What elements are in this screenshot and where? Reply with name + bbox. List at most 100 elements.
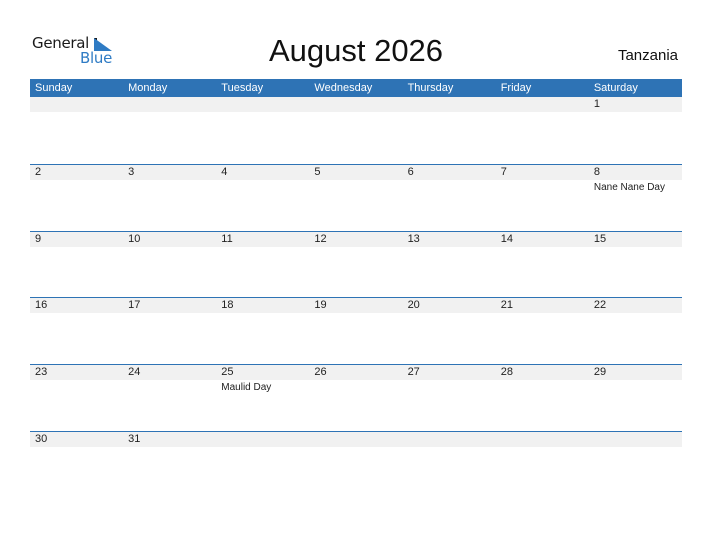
holiday-label: Maulid Day: [221, 382, 272, 394]
day-cell: 27: [402, 365, 496, 431]
day-number: 24: [123, 365, 217, 381]
day-number: [495, 431, 589, 447]
day-number: 31: [123, 431, 217, 447]
day-cell: [216, 97, 310, 164]
day-cell: [495, 97, 589, 164]
day-cell: [402, 431, 496, 498]
weekday-wednesday: Wednesday: [314, 82, 373, 94]
day-number: 9: [30, 231, 124, 247]
day-cell: 9: [30, 231, 124, 298]
day-number: 10: [123, 231, 217, 247]
day-cell: [402, 97, 496, 164]
day-cell: 7: [495, 164, 589, 231]
weekday-thursday: Thursday: [407, 82, 454, 94]
day-cell: 25 Maulid Day: [216, 365, 310, 431]
weekday-monday: Monday: [128, 82, 168, 94]
weekday-tuesday: Tuesday: [221, 82, 264, 94]
day-cell: [123, 97, 217, 164]
week-row: 16 17 18 19 20 21 22: [30, 297, 682, 364]
day-number: [309, 431, 403, 447]
day-number: [123, 97, 217, 112]
day-number: 14: [495, 231, 589, 247]
day-number: [309, 97, 403, 112]
day-cell: 1: [588, 97, 682, 164]
day-cell: 23: [30, 365, 124, 431]
day-cell: 30: [30, 431, 124, 498]
day-number: 1: [588, 97, 682, 112]
day-cell: 22: [588, 298, 682, 364]
day-cell: [216, 431, 310, 498]
day-cell: 8 Nane Nane Day: [588, 164, 682, 231]
day-number: 25: [216, 365, 310, 381]
day-number: [402, 97, 496, 112]
day-cell: 29: [588, 365, 682, 431]
day-cell: [309, 431, 403, 498]
day-cell: 21: [495, 298, 589, 364]
day-number: 12: [309, 231, 403, 247]
day-number: 21: [495, 298, 589, 314]
weekday-header: Sunday Monday Tuesday Wednesday Thursday Frid…: [30, 79, 682, 97]
week-row: 30 31: [30, 430, 682, 498]
day-cell: [309, 97, 403, 164]
day-number: 16: [30, 298, 124, 314]
day-cell: [588, 431, 682, 498]
day-number: 8: [588, 164, 682, 180]
day-cell: 12: [309, 231, 403, 298]
calendar-title: August 2026: [268, 33, 444, 68]
day-number: 20: [402, 298, 496, 314]
day-number: 11: [216, 231, 310, 247]
day-cell: 16: [30, 298, 124, 364]
calendar-grid: 1 2 3 4 5 6 7 8 Nane Nane Day 9 10 11 12 13 14 15 16 17 18…: [30, 97, 682, 498]
day-number: 15: [588, 231, 682, 247]
day-cell: 4: [216, 164, 310, 231]
day-number: [30, 97, 124, 112]
day-cell: 5: [309, 164, 403, 231]
day-number: 23: [30, 365, 124, 381]
day-number: 29: [588, 365, 682, 381]
day-cell: 31: [123, 431, 217, 498]
day-number: 22: [588, 298, 682, 314]
day-cell: 10: [123, 231, 217, 298]
day-cell: [30, 97, 124, 164]
day-number: 4: [216, 164, 310, 180]
week-row: 1: [30, 97, 682, 164]
day-number: 30: [30, 431, 124, 447]
day-cell: 3: [123, 164, 217, 231]
weekday-friday: Friday: [500, 82, 532, 94]
day-number: 6: [402, 164, 496, 180]
day-cell: 13: [402, 231, 496, 298]
day-cell: 2: [30, 164, 124, 231]
day-cell: 18: [216, 298, 310, 364]
day-cell: 19: [309, 298, 403, 364]
day-number: 28: [495, 365, 589, 381]
day-number: 13: [402, 231, 496, 247]
week-row: 2 3 4 5 6 7 8 Nane Nane Day: [30, 163, 682, 231]
day-number: [588, 431, 682, 447]
day-number: 19: [309, 298, 403, 314]
day-number: 18: [216, 298, 310, 314]
day-number: 17: [123, 298, 217, 314]
day-number: 27: [402, 365, 496, 381]
day-number: [495, 97, 589, 112]
country-label: Tanzania: [617, 47, 678, 64]
day-number: 2: [30, 164, 124, 180]
week-row: 23 24 25 Maulid Day 26 27 28 29: [30, 364, 682, 431]
day-number: 26: [309, 365, 403, 381]
day-cell: 15: [588, 231, 682, 298]
day-cell: 24: [123, 365, 217, 431]
day-number: 3: [123, 164, 217, 180]
weekday-sunday: Sunday: [35, 82, 73, 94]
day-cell: 28: [495, 365, 589, 431]
day-cell: [495, 431, 589, 498]
day-cell: 20: [402, 298, 496, 364]
day-number: 5: [309, 164, 403, 180]
day-cell: 14: [495, 231, 589, 298]
week-row: 9 10 11 12 13 14 15: [30, 230, 682, 298]
day-number: [402, 431, 496, 447]
day-cell: 11: [216, 231, 310, 298]
day-number: [216, 431, 310, 447]
weekday-saturday: Saturday: [593, 82, 638, 94]
day-number: [216, 97, 310, 112]
day-number: 7: [495, 164, 589, 180]
holiday-label: Nane Nane Day: [593, 181, 665, 193]
